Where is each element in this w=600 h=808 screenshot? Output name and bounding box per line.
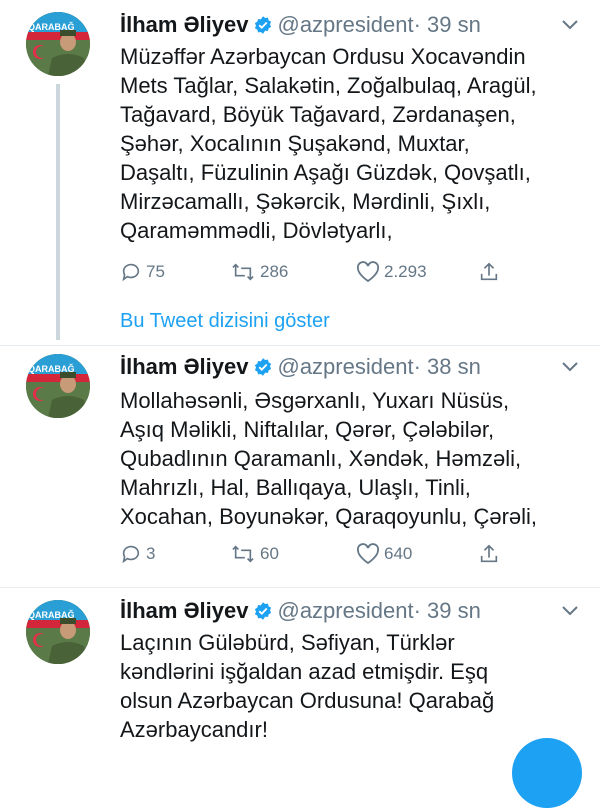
tweet-actions: 3 60 640 (120, 543, 500, 569)
verified-badge-icon (255, 602, 272, 620)
retweet-count: 60 (260, 544, 279, 563)
reply-button[interactable]: 75 (120, 261, 165, 283)
show-thread-link[interactable]: Bu Tweet dizisini göster (120, 310, 330, 333)
verified-badge-icon (255, 358, 272, 376)
tweet-text: Müzəffər Azərbaycan Ordusu Xocavəndin Me… (120, 42, 570, 245)
tweet-text: Mollahəsənli, Əsgərxanlı, Yuxarı Nüsüs, … (120, 386, 570, 531)
retweet-button[interactable]: 60 (230, 543, 279, 565)
tweet-line: Azərbaycandır! (120, 717, 268, 742)
separator-dot: · (413, 354, 421, 379)
tweet-header: İlham Əliyev @azpresident· 39 sn (120, 12, 481, 38)
timestamp[interactable]: 39 sn (427, 12, 481, 37)
separator-dot: · (413, 12, 421, 37)
tweet-line: Qubadlının Qaramanlı, Xəndək, Həmzəli, (120, 446, 522, 471)
retweet-icon (232, 263, 254, 281)
timestamp[interactable]: 39 sn (427, 598, 481, 623)
avatar-image: QARABAĞ (26, 600, 90, 664)
reply-icon (122, 263, 140, 282)
retweet-icon (232, 545, 254, 563)
author-handle[interactable]: @azpresident (277, 598, 413, 623)
tweet-3[interactable]: QARABAĞ İlham Əliyev @azpresident· 39 sn … (0, 588, 600, 750)
tweet-line: Laçının Güləbürd, Səfiyan, Türklər (120, 630, 455, 655)
tweet-line: Qaraməmmədli, Dövlətyarlı, (120, 218, 393, 243)
share-icon (480, 262, 498, 281)
avatar[interactable]: QARABAĞ (26, 354, 90, 418)
reply-count: 75 (146, 262, 165, 281)
tweet-line: Daşaltı, Füzulinin Aşağı Güzdək, Qovşatl… (120, 160, 531, 185)
avatar-image: QARABAĞ (26, 12, 90, 76)
reply-button[interactable]: 3 (120, 543, 155, 565)
retweet-button[interactable]: 286 (230, 261, 288, 283)
author-name[interactable]: İlham Əliyev (120, 598, 248, 623)
separator-dot: · (413, 598, 421, 623)
tweet-line: Tağavard, Böyük Tağavard, Zərdanaşen, (120, 102, 516, 127)
chevron-down-icon[interactable] (560, 18, 580, 32)
avatar[interactable]: QARABAĞ (26, 12, 90, 76)
avatar-image: QARABAĞ (26, 354, 90, 418)
like-button[interactable]: 2.293 (356, 261, 427, 283)
thread-line (56, 84, 60, 340)
tweet-line: Mahrızlı, Hal, Ballıqaya, Ulaşlı, Tinli, (120, 475, 471, 500)
share-button[interactable] (478, 261, 504, 283)
author-name[interactable]: İlham Əliyev (120, 12, 248, 37)
tweet-line: kəndlərini işğaldan azad etmişdir. Eşq (120, 659, 489, 684)
chevron-down-icon[interactable] (560, 360, 580, 374)
reply-count: 3 (146, 544, 156, 563)
tweet-header: İlham Əliyev @azpresident· 39 sn (120, 598, 481, 624)
heart-icon (356, 543, 380, 565)
share-button[interactable] (478, 543, 504, 565)
compose-tweet-button[interactable] (512, 738, 582, 808)
like-button[interactable]: 640 (356, 543, 412, 565)
tweet-header: İlham Əliyev @azpresident· 38 sn (120, 354, 481, 380)
tweet-line: Mirzəcamallı, Şəkərcik, Mərdinli, Şıxlı, (120, 189, 491, 214)
tweet-line: Aşıq Məlikli, Niftalılar, Qərər, Çələbil… (120, 417, 495, 442)
like-count: 640 (384, 544, 413, 563)
share-icon (480, 544, 498, 563)
author-handle[interactable]: @azpresident (277, 12, 413, 37)
heart-icon (356, 261, 380, 283)
tweet-line: olsun Azərbaycan Ordusuna! Qarabağ (120, 688, 495, 713)
tweet-actions: 75 286 2.293 (120, 261, 500, 287)
tweet-text: Laçının Güləbürd, Səfiyan, Türklər kəndl… (120, 628, 570, 744)
chevron-down-icon[interactable] (560, 604, 580, 618)
reply-icon (122, 545, 140, 564)
tweet-line: Müzəffər Azərbaycan Ordusu Xocavəndin (120, 44, 526, 69)
tweet-line: Mets Tağlar, Salakətin, Zoğalbulaq, Arag… (120, 73, 537, 98)
timestamp[interactable]: 38 sn (427, 354, 481, 379)
tweet-1[interactable]: QARABAĞ İlham Əliyev @azpresident· 39 sn … (0, 0, 600, 340)
verified-badge-icon (255, 16, 272, 34)
retweet-count: 286 (260, 262, 289, 281)
author-handle[interactable]: @azpresident (277, 354, 413, 379)
tweet-line: Xocahan, Boyunəkər, Qaraqoyunlu, Çərəli, (120, 504, 538, 529)
tweet-line: Şəhər, Xocalının Şuşakənd, Muxtar, (120, 131, 470, 156)
tweet-line: Mollahəsənli, Əsgərxanlı, Yuxarı Nüsüs, (120, 388, 510, 413)
avatar[interactable]: QARABAĞ (26, 600, 90, 664)
author-name[interactable]: İlham Əliyev (120, 354, 248, 379)
like-count: 2.293 (384, 262, 427, 281)
tweet-2[interactable]: QARABAĞ İlham Əliyev @azpresident· 38 sn … (0, 346, 600, 586)
